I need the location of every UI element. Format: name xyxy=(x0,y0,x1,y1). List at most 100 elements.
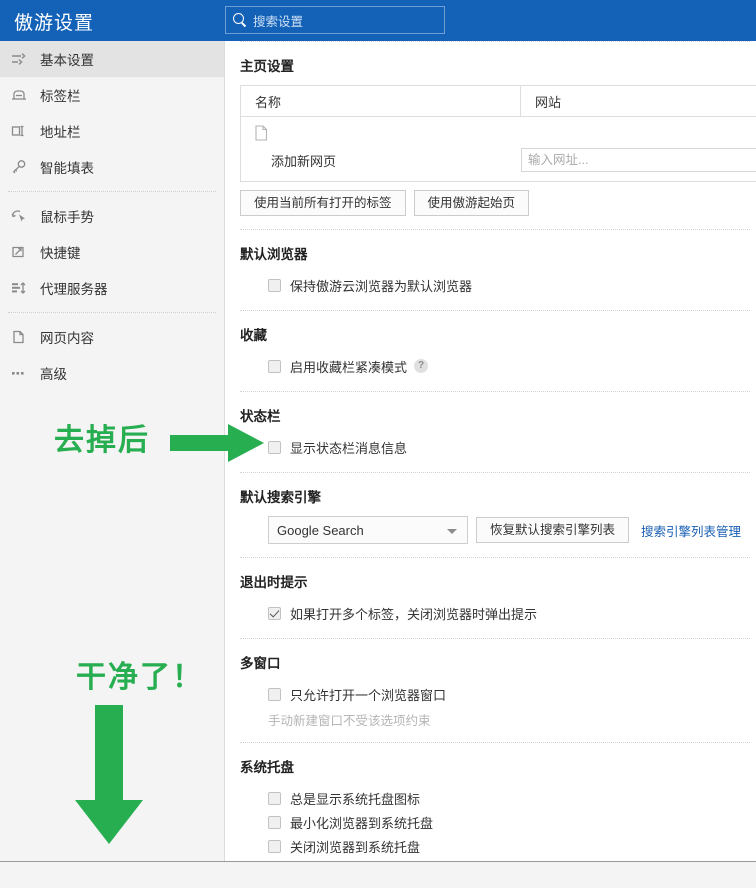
section-search-engine: 默认搜索引擎 Google Search 恢复默认搜索引擎列表 搜索引擎列表管理 xyxy=(226,473,756,557)
column-header-name: 名称 xyxy=(241,86,521,116)
sidebar-item-advanced[interactable]: 高级 xyxy=(0,355,224,391)
section-title: 默认浏览器 xyxy=(240,247,308,262)
section-title: 系统托盘 xyxy=(240,760,294,775)
sidebar-item-keyboard-shortcuts[interactable]: 快捷键 xyxy=(0,234,224,270)
ellipsis-icon xyxy=(10,365,30,381)
search-engine-select[interactable]: Google Search xyxy=(268,516,468,544)
cursor-icon xyxy=(10,208,30,224)
section-exit-prompt: 退出时提示 如果打开多个标签，关闭浏览器时弹出提示 xyxy=(226,558,756,638)
search-engine-selected-value: Google Search xyxy=(277,522,364,538)
checkbox-label: 启用收藏栏紧凑模式 xyxy=(290,359,408,375)
section-title: 收藏 xyxy=(240,328,267,343)
sidebar-item-address-bar[interactable]: 地址栏 xyxy=(0,113,224,149)
key-icon xyxy=(10,159,30,175)
column-header-site: 网站 xyxy=(535,94,562,110)
sidebar-item-label: 智能填表 xyxy=(40,161,94,176)
table-body: 添加新网页 输入网址... xyxy=(241,117,756,181)
homepage-buttons: 使用当前所有打开的标签 使用傲游起始页 xyxy=(240,190,756,216)
sidebar-item-tab-bar[interactable]: 标签栏 xyxy=(0,77,224,113)
annotation-text-clean: 干净了！ xyxy=(76,661,204,694)
keyboard-shortcut-icon xyxy=(10,244,30,260)
title-bar: 傲游设置 搜索设置 xyxy=(0,0,756,41)
checkbox-label: 显示状态栏消息信息 xyxy=(290,440,408,456)
sidebar-item-smart-form-fill[interactable]: 智能填表 xyxy=(0,149,224,185)
search-placeholder: 搜索设置 xyxy=(253,14,304,29)
sidebar-item-label: 标签栏 xyxy=(40,89,81,104)
section-default-browser: 默认浏览器 保持傲游云浏览器为默认浏览器 xyxy=(226,230,756,310)
checkbox-label: 总是显示系统托盘图标 xyxy=(290,791,421,807)
checkbox-label: 关闭浏览器到系统托盘 xyxy=(290,839,421,855)
homepage-table: 名称 网站 添加新网页 输入网址... xyxy=(240,85,756,182)
search-engine-row: Google Search 恢复默认搜索引擎列表 搜索引擎列表管理 xyxy=(240,516,756,544)
checkbox-exit-prompt[interactable] xyxy=(268,606,281,620)
checkbox-row-always-show-tray[interactable]: 总是显示系统托盘图标 xyxy=(240,786,756,810)
sidebar-item-label: 地址栏 xyxy=(40,125,81,140)
checkbox-status-bar-message[interactable] xyxy=(268,440,281,454)
checkbox-close-to-tray[interactable] xyxy=(268,839,281,853)
proxy-sliders-icon xyxy=(10,280,30,296)
checkbox-label: 最小化浏览器到系统托盘 xyxy=(290,815,434,831)
checkbox-minimize-to-tray[interactable] xyxy=(268,815,281,829)
checkbox-row-default-browser[interactable]: 保持傲游云浏览器为默认浏览器 xyxy=(240,273,756,297)
settings-window: 傲游设置 搜索设置 基本设置 标签栏 地址栏 智能填表 鼠标手势 快捷键 代理服… xyxy=(0,0,756,888)
sidebar-item-label: 网页内容 xyxy=(40,331,94,346)
manage-search-engines-link[interactable]: 搜索引擎列表管理 xyxy=(641,521,741,540)
arrow-down-icon xyxy=(74,705,144,850)
checkbox-single-window[interactable] xyxy=(268,687,281,701)
url-input[interactable]: 输入网址... xyxy=(521,148,756,172)
section-homepage: 主页设置 名称 网站 添加新网页 输入网址... 使用当前所有打开的标签 使用傲… xyxy=(226,42,756,229)
checkbox-row-status-bar-message[interactable]: 显示状态栏消息信息 xyxy=(240,435,756,459)
annotation-text-removed: 去掉后 xyxy=(54,424,150,457)
table-row-add-new[interactable]: 添加新网页 输入网址... xyxy=(241,148,756,172)
section-status-bar: 状态栏 显示状态栏消息信息 xyxy=(226,392,756,472)
sliders-icon xyxy=(10,51,30,67)
section-title: 状态栏 xyxy=(240,409,281,424)
checkbox-row-exit-prompt[interactable]: 如果打开多个标签，关闭浏览器时弹出提示 xyxy=(240,601,756,625)
sidebar-item-label: 快捷键 xyxy=(40,246,81,261)
sidebar-item-page-content[interactable]: 网页内容 xyxy=(0,319,224,355)
sidebar-item-label: 高级 xyxy=(40,367,67,382)
search-icon xyxy=(233,13,247,27)
help-icon[interactable]: ? xyxy=(414,359,429,373)
settings-content: 主页设置 名称 网站 添加新网页 输入网址... 使用当前所有打开的标签 使用傲… xyxy=(226,41,756,861)
checkbox-row-close-to-tray[interactable]: 关闭浏览器到系统托盘 xyxy=(240,834,756,858)
section-system-tray: 系统托盘 总是显示系统托盘图标 最小化浏览器到系统托盘 关闭浏览器到系统托盘 xyxy=(226,743,756,861)
arrow-right-icon xyxy=(170,424,265,467)
checkbox-row-minimize-to-tray[interactable]: 最小化浏览器到系统托盘 xyxy=(240,810,756,834)
use-maxthon-start-page-button[interactable]: 使用傲游起始页 xyxy=(413,190,530,216)
sidebar-item-label: 代理服务器 xyxy=(40,282,108,297)
section-title: 退出时提示 xyxy=(240,575,308,590)
document-icon xyxy=(10,329,30,345)
section-multi-window: 多窗口 只允许打开一个浏览器窗口 手动新建窗口不受该选项约束 xyxy=(226,639,756,742)
sidebar-item-label: 鼠标手势 xyxy=(40,210,94,225)
sidebar-divider xyxy=(8,312,216,313)
section-favorites: 收藏 启用收藏栏紧凑模式 ? xyxy=(226,311,756,391)
checkbox-label: 保持傲游云浏览器为默认浏览器 xyxy=(290,278,473,294)
sidebar-divider xyxy=(8,191,216,192)
document-icon xyxy=(255,125,268,141)
chevron-down-icon xyxy=(447,529,457,534)
multi-window-hint: 手动新建窗口不受该选项约束 xyxy=(268,714,431,728)
checkbox-row-compact-favorites[interactable]: 启用收藏栏紧凑模式 ? xyxy=(240,354,756,378)
search-input[interactable]: 搜索设置 xyxy=(225,6,445,34)
page-title: 傲游设置 xyxy=(14,13,95,34)
sidebar-item-proxy-server[interactable]: 代理服务器 xyxy=(0,270,224,306)
section-title: 主页设置 xyxy=(240,59,294,74)
checkbox-compact-favorites[interactable] xyxy=(268,359,281,373)
sidebar-item-basic-settings[interactable]: 基本设置 xyxy=(0,41,224,77)
restore-search-engines-button[interactable]: 恢复默认搜索引擎列表 xyxy=(476,517,630,543)
sidebar-item-mouse-gestures[interactable]: 鼠标手势 xyxy=(0,198,224,234)
checkbox-default-browser[interactable] xyxy=(268,278,281,292)
section-title: 默认搜索引擎 xyxy=(240,490,321,505)
checkbox-always-show-tray[interactable] xyxy=(268,791,281,805)
footer-bar xyxy=(0,861,756,888)
table-header-row: 名称 网站 xyxy=(241,86,756,117)
sidebar-item-label: 基本设置 xyxy=(40,53,94,68)
tab-icon xyxy=(10,87,30,103)
address-bar-icon xyxy=(10,123,30,139)
checkbox-label: 如果打开多个标签，关闭浏览器时弹出提示 xyxy=(290,606,538,622)
section-title: 多窗口 xyxy=(240,656,281,671)
use-current-tabs-button[interactable]: 使用当前所有打开的标签 xyxy=(240,190,406,216)
checkbox-label: 只允许打开一个浏览器窗口 xyxy=(290,687,447,703)
checkbox-row-single-window[interactable]: 只允许打开一个浏览器窗口 xyxy=(240,682,756,706)
